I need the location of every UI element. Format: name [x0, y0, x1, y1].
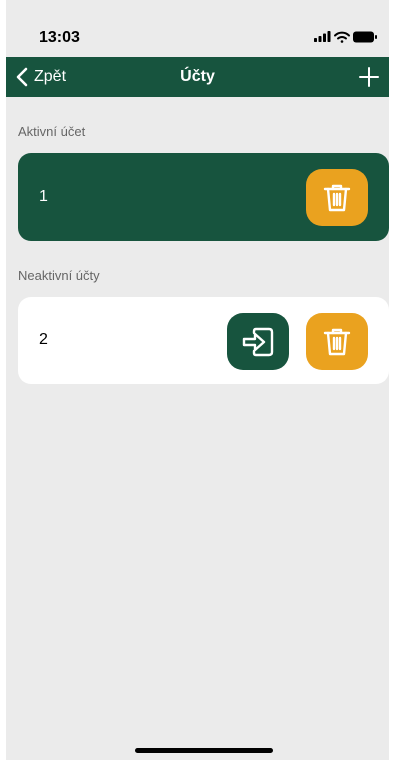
- battery-icon: [353, 31, 377, 43]
- back-label: Zpět: [34, 68, 67, 85]
- inactive-section-label: Neaktivní účty: [18, 268, 100, 283]
- active-account-card[interactable]: 1: [18, 153, 389, 241]
- account-name: 1: [39, 188, 48, 205]
- status-time: 13:03: [39, 29, 80, 46]
- wifi-icon: [334, 31, 350, 43]
- delete-account-button[interactable]: [306, 169, 368, 226]
- switch-account-button[interactable]: [227, 313, 289, 370]
- accounts-screen: 13:03 Zpět Účty Aktivní účet 1 Neaktivní…: [6, 0, 389, 760]
- sign-in-icon: [242, 327, 274, 356]
- status-bar: 13:03: [6, 0, 389, 57]
- signal-icon: [314, 31, 331, 42]
- back-button[interactable]: Zpět: [16, 57, 66, 97]
- status-icons: [314, 31, 377, 43]
- trash-icon: [323, 184, 351, 211]
- trash-icon: [323, 328, 351, 355]
- plus-icon[interactable]: [357, 65, 381, 89]
- chevron-left-icon: [16, 67, 28, 87]
- account-name: 2: [39, 331, 48, 348]
- nav-bar: Zpět Účty: [6, 57, 389, 97]
- active-section-label: Aktivní účet: [18, 124, 86, 139]
- inactive-account-card[interactable]: 2: [18, 297, 389, 384]
- home-indicator: [135, 748, 273, 753]
- delete-account-button[interactable]: [306, 313, 368, 370]
